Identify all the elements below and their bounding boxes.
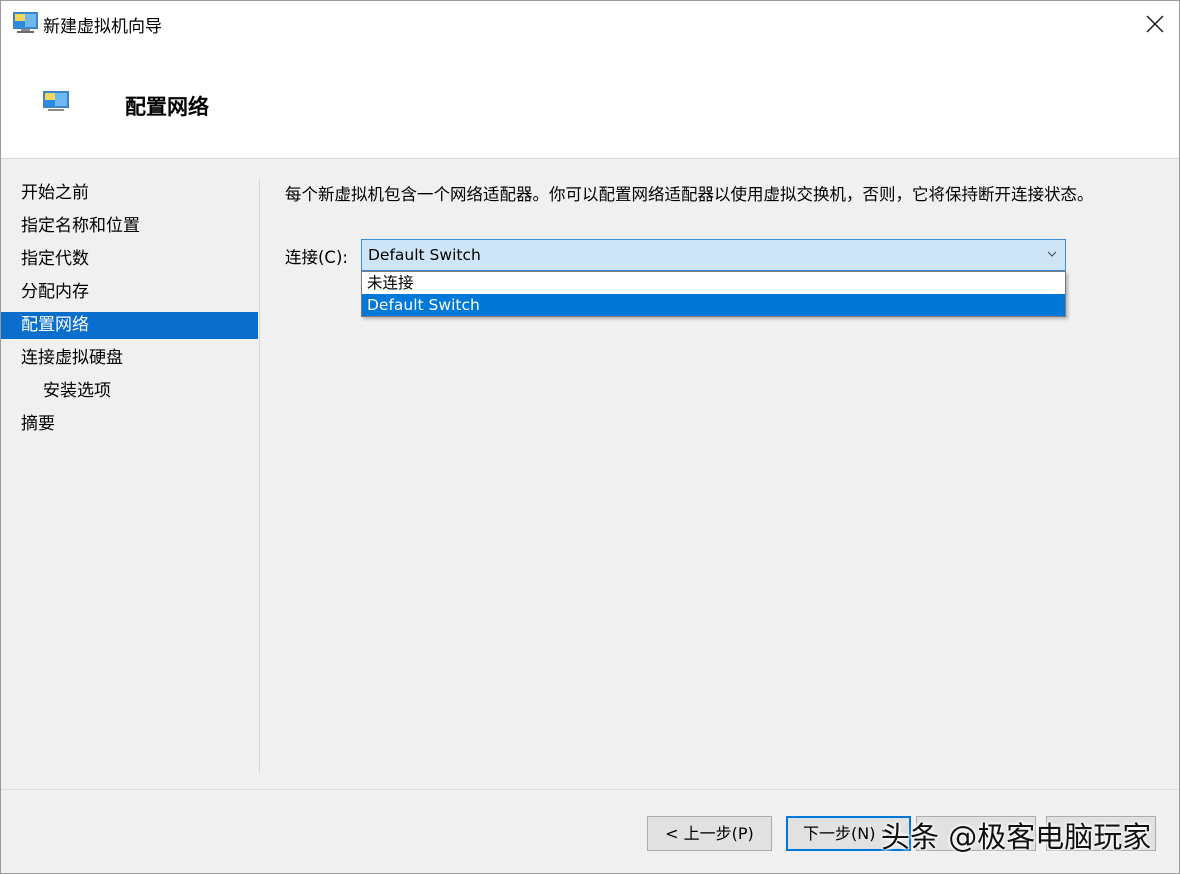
nav-divider [259,179,260,773]
connection-dropdown-list: 未连接 Default Switch [361,271,1066,317]
nav-step-summary[interactable]: 摘要 [1,408,258,441]
connection-label: 连接(C): [285,248,348,267]
watermark-text: 头条 @极客电脑玩家 [881,820,1152,854]
option-not-connected[interactable]: 未连接 [362,272,1065,294]
title-bar: 新建虚拟机向导 [1,1,1179,47]
previous-button[interactable]: < 上一步(P) [647,816,772,851]
wizard-steps-nav: 开始之前 指定名称和位置 指定代数 分配内存 配置网络 连接虚拟硬盘 安装选项 … [1,177,258,441]
connection-select-value: Default Switch [368,246,481,264]
description-text: 每个新虚拟机包含一个网络适配器。你可以配置网络适配器以使用虚拟交换机，否则，它将… [285,185,1094,204]
window-title: 新建虚拟机向导 [43,17,162,37]
connection-select[interactable]: Default Switch [361,239,1066,271]
nav-step-generation[interactable]: 指定代数 [1,243,258,276]
nav-step-networking[interactable]: 配置网络 [1,312,258,339]
option-default-switch[interactable]: Default Switch [362,294,1065,316]
footer-divider [1,789,1179,790]
wizard-window: 新建虚拟机向导 配置网络 开始之前 指定名称和位置 指定代数 分配内存 配置网络… [0,0,1180,874]
close-icon [1146,15,1164,33]
page-title: 配置网络 [125,95,209,119]
hyperv-monitor-icon [43,91,69,111]
nav-step-name-location[interactable]: 指定名称和位置 [1,210,258,243]
nav-step-memory[interactable]: 分配内存 [1,276,258,309]
close-button[interactable] [1133,1,1179,47]
nav-step-virtual-disk[interactable]: 连接虚拟硬盘 [1,342,258,375]
hyperv-monitor-icon [13,12,38,33]
nav-step-install-options[interactable]: 安装选项 [1,375,258,408]
page-header: 配置网络 [1,47,1179,159]
nav-step-before-you-begin[interactable]: 开始之前 [1,177,258,210]
chevron-down-icon [1047,251,1057,257]
